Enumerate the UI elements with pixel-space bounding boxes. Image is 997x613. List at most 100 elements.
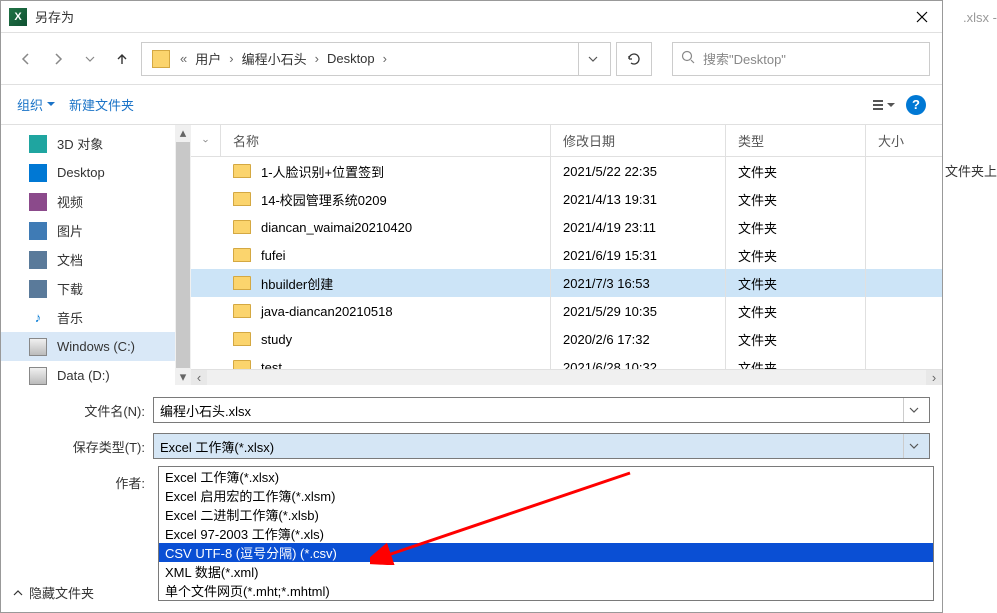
file-row[interactable]: java-diancan202105182021/5/29 10:35文件夹 [191,297,942,325]
column-header-date[interactable]: 修改日期 [551,125,726,156]
sidebar-item[interactable]: 下载 [1,274,190,303]
sidebar-item[interactable]: 视频 [1,187,190,216]
sidebar-item[interactable]: Windows (C:) [1,332,190,361]
view-icon [873,98,895,112]
breadcrumb-crumb[interactable]: Desktop [323,51,379,66]
scroll-thumb[interactable] [176,142,190,368]
pictures-icon [29,222,47,240]
file-row[interactable]: test2021/6/28 10:32文件夹 [191,353,942,369]
file-row-indent [191,241,221,269]
folder-icon [233,220,251,234]
scroll-down-button[interactable]: ▾ [175,369,191,385]
file-date-cell: 2021/4/13 19:31 [551,185,726,213]
disk-icon [29,367,47,385]
file-type-cell: 文件夹 [726,297,866,325]
hide-folders-button[interactable]: 隐藏文件夹 [13,583,94,602]
sidebar-item[interactable]: 文档 [1,245,190,274]
filetype-option[interactable]: XML 数据(*.xml) [159,562,933,581]
sidebar-item[interactable]: Data (D:) [1,361,190,385]
folder-icon [233,304,251,318]
help-button[interactable]: ? [906,95,926,115]
file-date-cell: 2021/4/19 23:11 [551,213,726,241]
file-name: hbuilder创建 [261,274,333,293]
view-options-button[interactable] [872,93,896,117]
filetype-option[interactable]: 单个文件网页(*.mht;*.mhtml) [159,581,933,600]
breadcrumb-crumb[interactable]: 编程小石头 [238,49,311,68]
file-list-header: 名称 修改日期 类型 大小 [191,125,942,157]
filetype-option[interactable]: Excel 启用宏的工作簿(*.xlsm) [159,486,933,505]
filetype-dropdown-list[interactable]: Excel 工作簿(*.xlsx)Excel 启用宏的工作簿(*.xlsm)Ex… [158,466,934,601]
filetype-option[interactable]: CSV UTF-8 (逗号分隔) (*.csv) [159,543,933,562]
file-name-cell: diancan_waimai20210420 [221,213,551,241]
file-type-cell: 文件夹 [726,325,866,353]
file-row[interactable]: fufei2021/6/19 15:31文件夹 [191,241,942,269]
filename-input[interactable]: 编程小石头.xlsx [153,397,930,423]
nav-recent-button[interactable] [77,46,103,72]
hide-folders-label: 隐藏文件夹 [29,583,94,602]
scroll-left-button[interactable]: ‹ [191,370,207,386]
file-type-cell: 文件夹 [726,213,866,241]
sidebar[interactable]: 3D 对象Desktop视频图片文档下载♪音乐Windows (C:)Data … [1,125,191,385]
scroll-right-button[interactable]: › [926,370,942,386]
file-name-cell: 14-校园管理系统0209 [221,185,551,213]
column-header-size[interactable]: 大小 [866,125,942,156]
filetype-option[interactable]: Excel 工作簿(*.xlsx) [159,467,933,486]
nav-back-button[interactable] [13,46,39,72]
file-size-cell [866,353,942,369]
folder-icon [233,192,251,206]
sidebar-item[interactable]: 3D 对象 [1,129,190,158]
scroll-up-button[interactable]: ▴ [175,125,191,141]
file-size-cell [866,157,942,185]
breadcrumb-crumb[interactable]: 用户 [191,49,225,68]
search-placeholder: 搜索"Desktop" [703,49,786,68]
file-row-indent [191,185,221,213]
folder-icon [233,360,251,369]
file-row[interactable]: 1-人脸识别+位置签到2021/5/22 22:35文件夹 [191,157,942,185]
sidebar-item[interactable]: Desktop [1,158,190,187]
column-header-type[interactable]: 类型 [726,125,866,156]
new-folder-label: 新建文件夹 [69,95,134,114]
new-folder-button[interactable]: 新建文件夹 [69,95,134,114]
file-type-cell: 文件夹 [726,185,866,213]
background-xlsx-text: .xlsx - [963,10,997,25]
file-name-cell: java-diancan20210518 [221,297,551,325]
breadcrumb-dropdown-button[interactable] [578,43,606,75]
file-date-cell: 2021/6/28 10:32 [551,353,726,369]
nav-forward-button[interactable] [45,46,71,72]
filetype-input[interactable]: Excel 工作簿(*.xlsx) [153,433,930,459]
file-row[interactable]: diancan_waimai202104202021/4/19 23:11文件夹 [191,213,942,241]
refresh-button[interactable] [616,42,652,76]
search-icon [681,50,695,67]
folder-icon [152,50,170,68]
file-size-cell [866,297,942,325]
filetype-option[interactable]: Excel 二进制工作簿(*.xlsb) [159,505,933,524]
sidebar-item-label: 音乐 [57,308,83,327]
column-selector-button[interactable] [191,125,221,156]
file-list-area: 名称 修改日期 类型 大小 1-人脸识别+位置签到2021/5/22 22:35… [191,125,942,385]
file-date-cell: 2020/2/6 17:32 [551,325,726,353]
search-input[interactable]: 搜索"Desktop" [672,42,930,76]
close-button[interactable] [902,1,942,33]
folder-icon [233,332,251,346]
horizontal-scrollbar[interactable]: ‹ › [191,369,942,385]
file-row[interactable]: study2020/2/6 17:32文件夹 [191,325,942,353]
sidebar-scrollbar[interactable]: ▴ ▾ [175,125,191,385]
file-row[interactable]: hbuilder创建2021/7/3 16:53文件夹 [191,269,942,297]
sidebar-item[interactable]: 图片 [1,216,190,245]
filetype-option[interactable]: Excel 97-2003 工作簿(*.xls) [159,524,933,543]
file-row[interactable]: 14-校园管理系统02092021/4/13 19:31文件夹 [191,185,942,213]
chevron-down-icon [909,443,919,449]
organize-button[interactable]: 组织 [17,95,55,114]
file-list[interactable]: 1-人脸识别+位置签到2021/5/22 22:35文件夹14-校园管理系统02… [191,157,942,369]
nav-up-button[interactable] [109,46,135,72]
column-header-name[interactable]: 名称 [221,125,551,156]
file-date-cell: 2021/7/3 16:53 [551,269,726,297]
sidebar-item-label: 图片 [57,221,83,240]
3d-icon [29,135,47,153]
arrow-right-icon [51,52,65,66]
filename-dropdown-button[interactable] [903,398,923,422]
filename-label: 文件名(N): [13,401,153,420]
breadcrumb[interactable]: « 用户 › 编程小石头 › Desktop › [141,42,611,76]
filetype-dropdown-button[interactable] [903,434,923,458]
sidebar-item[interactable]: ♪音乐 [1,303,190,332]
